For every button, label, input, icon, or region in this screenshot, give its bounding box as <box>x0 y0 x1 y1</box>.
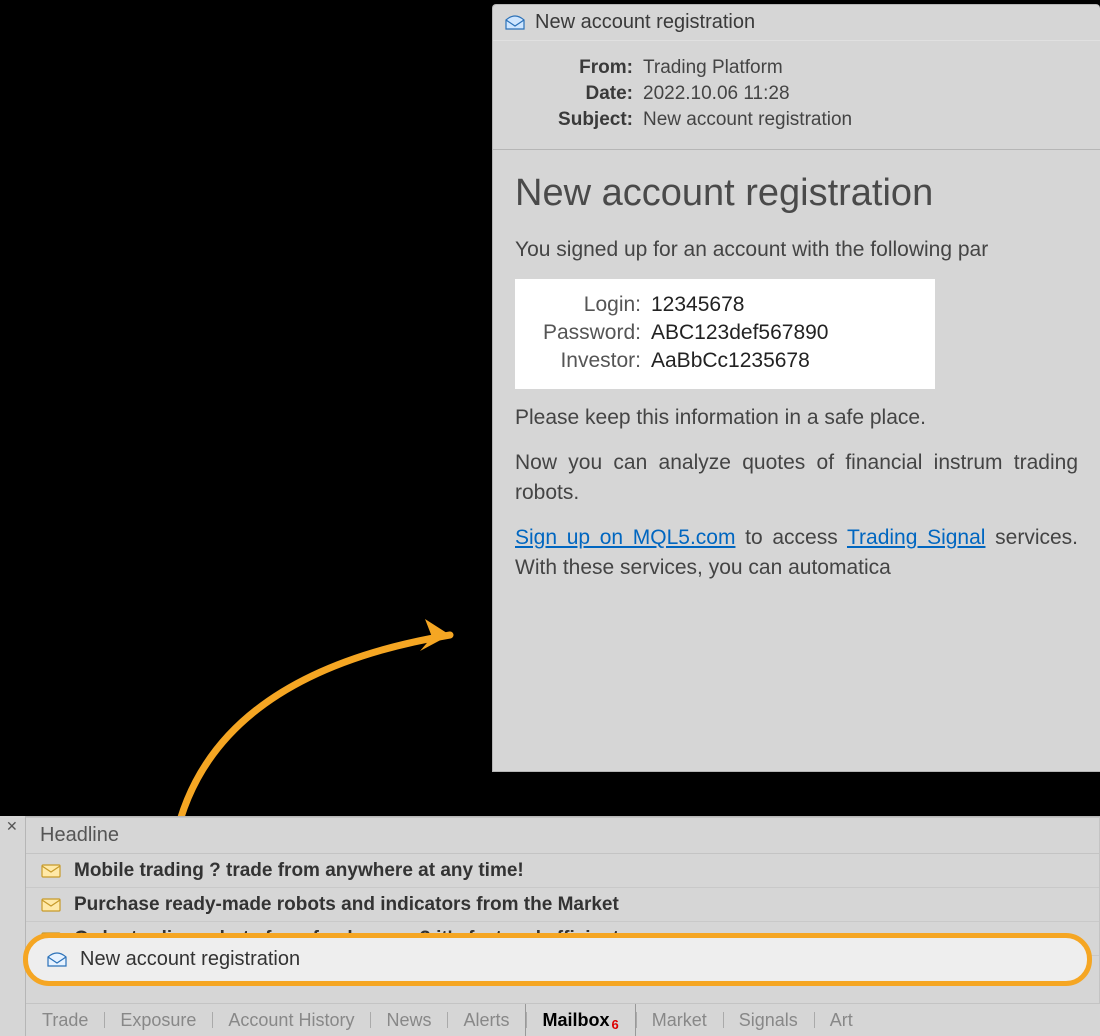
mail-signup-mid: to access <box>735 526 847 549</box>
mailbox-column-header[interactable]: Headline <box>26 818 1099 854</box>
mail-date-label: Date: <box>513 83 643 105</box>
password-value: ABC123def567890 <box>651 321 829 345</box>
tab-label: Account History <box>228 1010 354 1031</box>
investor-label: Investor: <box>531 349 651 373</box>
open-mail-icon <box>46 952 68 968</box>
mail-analyze-note: Now you can analyze quotes of financial … <box>515 448 1078 509</box>
mail-titlebar: New account registration <box>493 5 1100 41</box>
tab-label: Market <box>652 1010 707 1031</box>
tab-label: Alerts <box>463 1010 509 1031</box>
tab-label: Mailbox <box>542 1010 609 1031</box>
mail-body: New account registration You signed up f… <box>493 150 1100 618</box>
login-label: Login: <box>531 293 651 317</box>
tab-label: Signals <box>739 1010 798 1031</box>
tab-mailbox[interactable]: Mailbox6 <box>525 1004 635 1036</box>
tab-badge: 6 <box>612 1017 619 1032</box>
mail-subject-value: New account registration <box>643 109 852 131</box>
tab-account-history[interactable]: Account History <box>212 1004 370 1036</box>
tab-art[interactable]: Art <box>814 1004 869 1036</box>
terminal-panel: ✕ Ter Headline Mobile trading ? trade fr… <box>0 816 1100 1036</box>
tab-label: News <box>386 1010 431 1031</box>
mail-subject-label: Subject: <box>513 109 643 131</box>
closed-mail-icon <box>40 897 62 913</box>
mailbox-row-subject: Purchase ready-made robots and indicator… <box>74 894 619 916</box>
mail-signup-para: Sign up on MQL5.com to access Trading Si… <box>515 523 1078 584</box>
tab-trade[interactable]: Trade <box>26 1004 104 1036</box>
tab-label: Art <box>830 1010 853 1031</box>
mql5-signup-link[interactable]: Sign up on MQL5.com <box>515 526 735 549</box>
mail-header-block: From: Trading Platform Date: 2022.10.06 … <box>493 41 1100 150</box>
password-label: Password: <box>531 321 651 345</box>
tab-label: Trade <box>42 1010 88 1031</box>
terminal-tabs-bar: Trade Exposure Account History News Alerts Ma… <box>26 1004 1100 1036</box>
mail-icon <box>505 15 525 31</box>
close-icon[interactable]: ✕ <box>6 818 18 835</box>
mail-title-text: New account registration <box>535 11 755 34</box>
mail-date-value: 2022.10.06 11:28 <box>643 83 790 105</box>
tab-label: Exposure <box>120 1010 196 1031</box>
mail-intro: You signed up for an account with the fo… <box>515 235 1078 265</box>
tab-news[interactable]: News <box>370 1004 447 1036</box>
tab-alerts[interactable]: Alerts <box>447 1004 525 1036</box>
credentials-box: Login: 12345678 Password: ABC123def56789… <box>515 279 935 389</box>
mail-from-value: Trading Platform <box>643 57 783 79</box>
tab-exposure[interactable]: Exposure <box>104 1004 212 1036</box>
callout-arrow <box>150 595 490 845</box>
trading-signals-link[interactable]: Trading Signal <box>847 526 985 549</box>
mail-from-label: From: <box>513 57 643 79</box>
mail-preview-window: New account registration From: Trading P… <box>492 4 1100 772</box>
investor-value: AaBbCc1235678 <box>651 349 810 373</box>
mailbox-selected-subject: New account registration <box>80 948 300 971</box>
terminal-side-label: Ter <box>0 971 4 992</box>
terminal-side-tab[interactable]: ✕ Ter <box>0 816 26 1036</box>
mail-body-heading: New account registration <box>515 172 1078 215</box>
mailbox-selected-row[interactable]: New account registration <box>23 933 1092 986</box>
mail-safe-note: Please keep this information in a safe p… <box>515 403 1078 433</box>
mailbox-row[interactable]: Purchase ready-made robots and indicator… <box>26 888 1099 922</box>
tab-signals[interactable]: Signals <box>723 1004 814 1036</box>
mailbox-row-subject: Mobile trading ? trade from anywhere at … <box>74 860 524 882</box>
tab-market[interactable]: Market <box>636 1004 723 1036</box>
mailbox-row[interactable]: Mobile trading ? trade from anywhere at … <box>26 854 1099 888</box>
login-value: 12345678 <box>651 293 744 317</box>
closed-mail-icon <box>40 863 62 879</box>
